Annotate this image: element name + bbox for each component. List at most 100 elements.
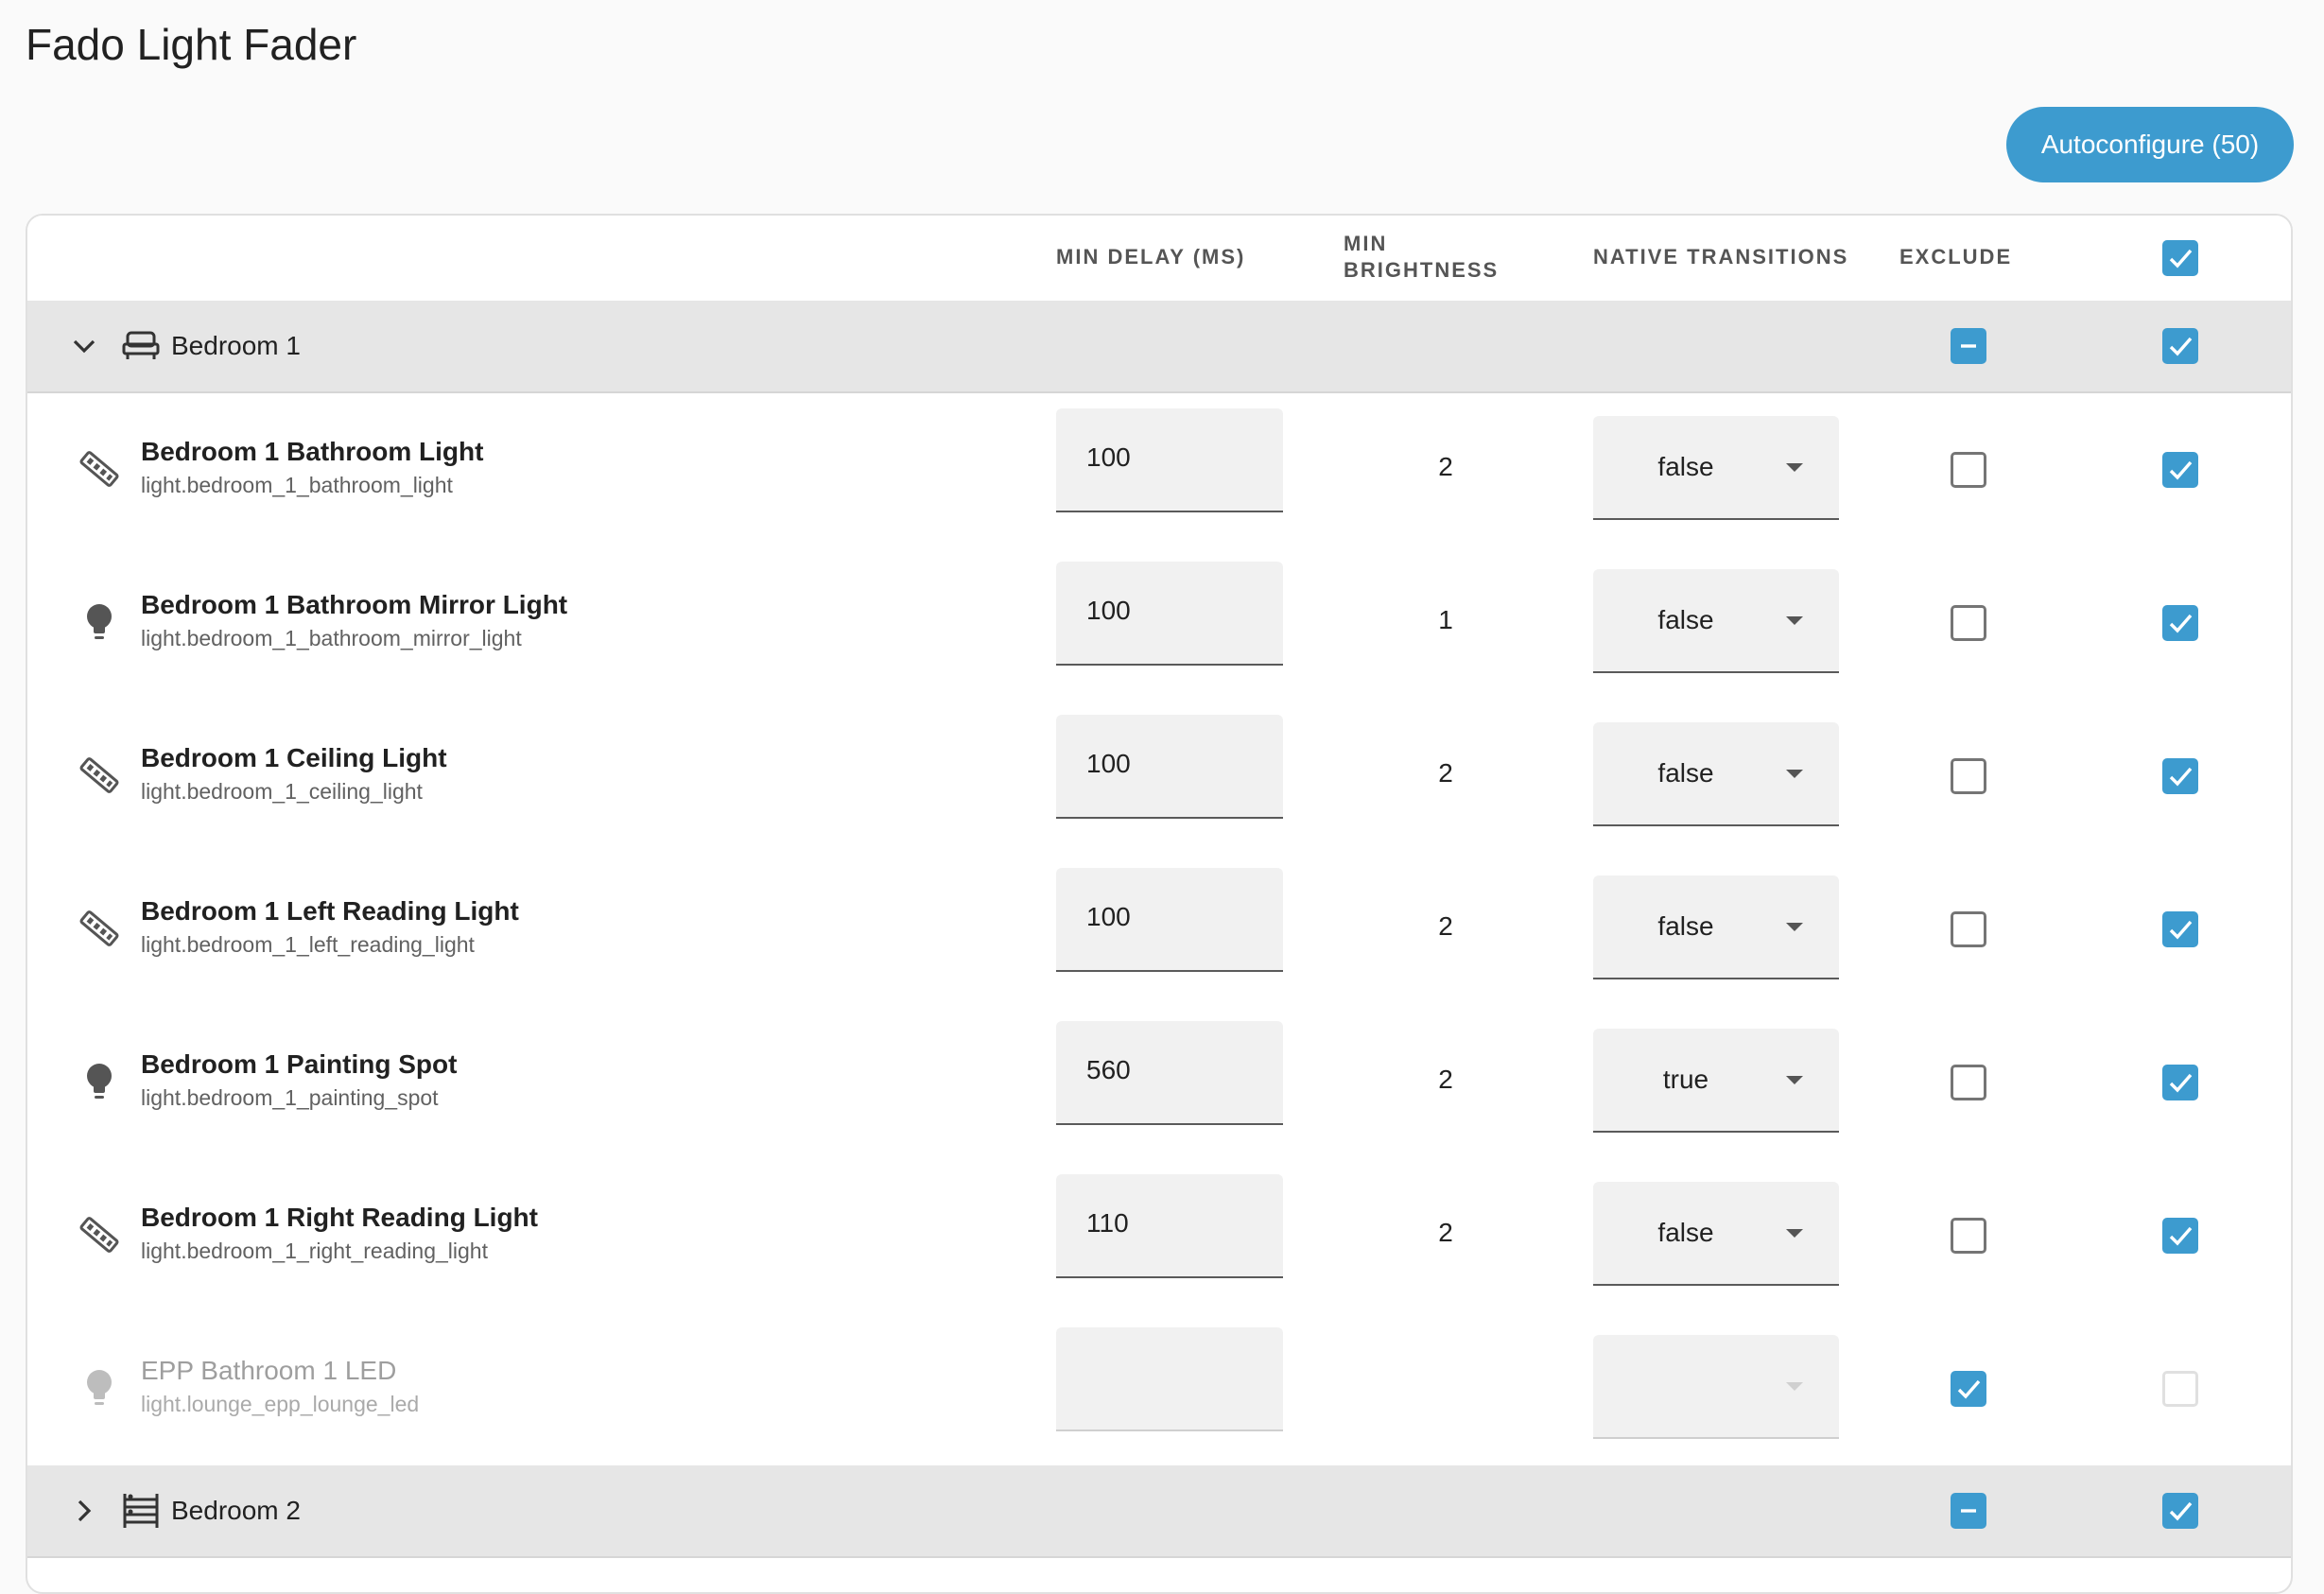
dropdown-caret-icon (1786, 1076, 1803, 1084)
min-delay-input[interactable] (1086, 1208, 1257, 1239)
min-brightness-value: 2 (1438, 452, 1453, 481)
group-exclude-checkbox[interactable] (1951, 1493, 1986, 1529)
min-delay-input[interactable] (1086, 1361, 1257, 1392)
min-brightness-value: 2 (1438, 758, 1453, 788)
table-row: Bedroom 1 Bathroom Light light.bedroom_1_… (27, 393, 2291, 548)
table-row: Bedroom 1 Left Reading Light light.bedroo… (27, 853, 2291, 1008)
min-delay-input[interactable] (1086, 749, 1257, 779)
led-strip-icon (77, 446, 122, 492)
lightbulb-icon (77, 599, 122, 645)
led-strip-icon (77, 753, 122, 798)
group-exclude-checkbox[interactable] (1951, 328, 1986, 364)
min-delay-field[interactable] (1056, 1021, 1283, 1125)
bed-icon (120, 325, 162, 367)
native-transitions-select[interactable] (1593, 1335, 1839, 1439)
lightbulb-icon (77, 1365, 122, 1411)
native-transitions-value: false (1657, 911, 1714, 941)
group-select-checkbox[interactable] (2162, 1493, 2198, 1529)
min-delay-field[interactable] (1056, 562, 1283, 666)
entity-id: light.bedroom_1_right_reading_light (141, 1239, 488, 1263)
column-header-min-brightness-line2: BRIGHTNESS (1344, 258, 1500, 282)
column-header-native-transitions: NATIVE TRANSITIONS (1593, 245, 1849, 269)
exclude-checkbox[interactable] (1951, 1065, 1986, 1100)
light-name: Bedroom 1 Ceiling Light (141, 743, 447, 772)
min-brightness-value: 2 (1438, 1065, 1453, 1094)
light-name: Bedroom 1 Bathroom Light (141, 437, 484, 466)
native-transitions-select[interactable]: false (1593, 722, 1839, 826)
exclude-checkbox[interactable] (1951, 1371, 1986, 1407)
entity-id: light.bedroom_1_bathroom_light (141, 473, 453, 497)
group-select-checkbox[interactable] (2162, 328, 2198, 364)
select-checkbox[interactable] (2162, 1218, 2198, 1254)
column-header-min-brightness-line1: MIN (1344, 232, 1388, 255)
native-transitions-select[interactable]: false (1593, 569, 1839, 673)
min-delay-field[interactable] (1056, 1174, 1283, 1278)
group-name: Bedroom 1 (171, 331, 301, 360)
native-transitions-value: false (1657, 452, 1714, 481)
table-row: Bedroom 1 Painting Spot light.bedroom_1_p… (27, 1006, 2291, 1161)
native-transitions-select[interactable]: false (1593, 416, 1839, 520)
column-header-min-delay: MIN DELAY (MS) (1056, 245, 1246, 269)
light-name: Bedroom 1 Bathroom Mirror Light (141, 590, 568, 619)
exclude-checkbox[interactable] (1951, 605, 1986, 641)
select-checkbox[interactable] (2162, 911, 2198, 947)
light-name: EPP Bathroom 1 LED (141, 1356, 397, 1385)
native-transitions-value: false (1657, 605, 1714, 634)
min-delay-input[interactable] (1086, 596, 1257, 626)
table-row: EPP Bathroom 1 LED light.lounge_epp_loung… (27, 1312, 2291, 1467)
select-checkbox[interactable] (2162, 605, 2198, 641)
group-row[interactable]: Bedroom 1 (27, 301, 2291, 393)
group-row[interactable]: Bedroom 2 (27, 1465, 2291, 1558)
min-delay-input[interactable] (1086, 1055, 1257, 1085)
select-checkbox[interactable] (2162, 1371, 2198, 1407)
select-all-checkbox[interactable] (2162, 240, 2198, 276)
native-transitions-value: false (1657, 758, 1714, 788)
group-name: Bedroom 2 (171, 1496, 301, 1525)
led-strip-icon (77, 1212, 122, 1257)
entity-id: light.bedroom_1_left_reading_light (141, 932, 475, 957)
native-transitions-value: false (1657, 1218, 1714, 1247)
dropdown-caret-icon (1786, 463, 1803, 472)
select-checkbox[interactable] (2162, 758, 2198, 794)
entity-id: light.lounge_epp_lounge_led (141, 1392, 420, 1416)
table-row: Bedroom 1 Ceiling Light light.bedroom_1_c… (27, 700, 2291, 855)
exclude-checkbox[interactable] (1951, 911, 1986, 947)
min-delay-field[interactable] (1056, 715, 1283, 819)
dropdown-caret-icon (1786, 770, 1803, 778)
entity-id: light.bedroom_1_bathroom_mirror_light (141, 626, 522, 650)
table-row: Bedroom 1 Right Reading Light light.bedro… (27, 1159, 2291, 1314)
chevron-right-icon[interactable] (65, 1492, 103, 1530)
min-delay-field[interactable] (1056, 1327, 1283, 1431)
dropdown-caret-icon (1786, 616, 1803, 625)
min-brightness-value: 2 (1438, 911, 1453, 941)
native-transitions-select[interactable]: false (1593, 1182, 1839, 1286)
page-title: Fado Light Fader (26, 20, 357, 69)
native-transitions-select[interactable]: true (1593, 1029, 1839, 1133)
entity-id: light.bedroom_1_painting_spot (141, 1085, 439, 1110)
lightbulb-icon (77, 1059, 122, 1104)
native-transitions-select[interactable]: false (1593, 875, 1839, 979)
min-delay-field[interactable] (1056, 408, 1283, 512)
dropdown-caret-icon (1786, 1382, 1803, 1391)
min-delay-input[interactable] (1086, 902, 1257, 932)
led-strip-icon (77, 906, 122, 951)
table-header: MIN DELAY (MS) MIN BRIGHTNESS NATIVE TRA… (27, 216, 2291, 303)
exclude-checkbox[interactable] (1951, 452, 1986, 488)
min-delay-field[interactable] (1056, 868, 1283, 972)
select-checkbox[interactable] (2162, 1065, 2198, 1100)
exclude-checkbox[interactable] (1951, 758, 1986, 794)
column-header-min-brightness: MIN BRIGHTNESS (1344, 231, 1499, 284)
light-name: Bedroom 1 Right Reading Light (141, 1203, 538, 1232)
min-delay-input[interactable] (1086, 442, 1257, 473)
bunk-bed-icon (120, 1490, 162, 1532)
table-row: Bedroom 1 Bathroom Mirror Light light.bed… (27, 546, 2291, 702)
native-transitions-value: true (1662, 1065, 1709, 1094)
dropdown-caret-icon (1786, 923, 1803, 931)
lights-table: MIN DELAY (MS) MIN BRIGHTNESS NATIVE TRA… (26, 214, 2293, 1594)
exclude-checkbox[interactable] (1951, 1218, 1986, 1254)
column-header-exclude: EXCLUDE (1899, 245, 2013, 269)
light-name: Bedroom 1 Painting Spot (141, 1049, 458, 1079)
autoconfigure-button[interactable]: Autoconfigure (50) (2006, 107, 2294, 182)
chevron-down-icon[interactable] (65, 327, 103, 365)
select-checkbox[interactable] (2162, 452, 2198, 488)
